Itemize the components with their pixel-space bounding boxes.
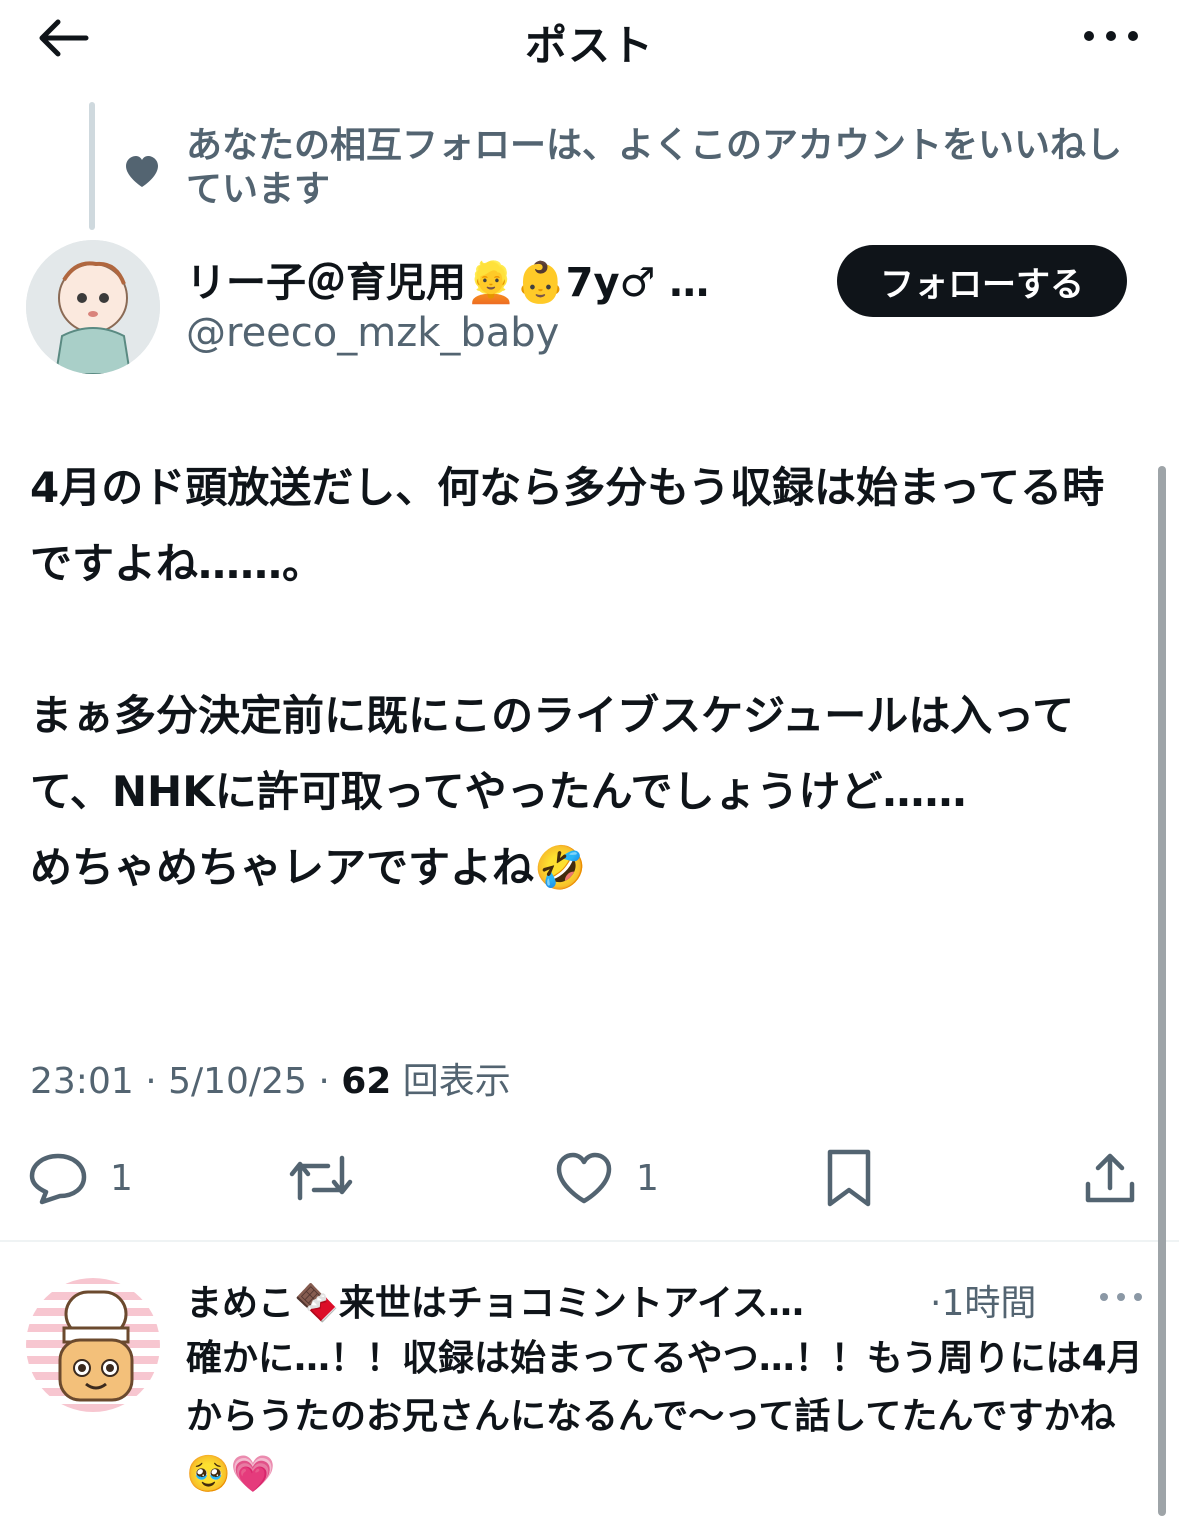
follow-button[interactable]: フォローする — [837, 245, 1127, 317]
action-bar: 1 1 — [0, 1140, 1179, 1216]
views-count: 62 — [341, 1061, 392, 1102]
chef-illustration — [58, 1290, 134, 1402]
thread-line — [89, 102, 95, 230]
top-bar: ポスト — [0, 0, 1179, 80]
more-horizontal-icon — [1084, 31, 1138, 41]
social-context[interactable]: あなたの相互フォローは、よくこのアカウントをいいねしています — [186, 124, 1146, 212]
reply-time[interactable]: ·1時間 — [930, 1274, 1036, 1326]
reply-count: 1 — [110, 1157, 133, 1199]
bookmark-button[interactable] — [824, 1140, 874, 1216]
like-button[interactable]: 1 — [554, 1140, 659, 1216]
more-horizontal-icon — [1100, 1293, 1142, 1301]
scrollbar[interactable] — [1158, 466, 1166, 1516]
like-count: 1 — [636, 1157, 659, 1199]
reply-button[interactable]: 1 — [28, 1140, 133, 1216]
repost-icon — [289, 1155, 353, 1201]
author-handle[interactable]: @reeco_mzk_baby — [186, 310, 559, 356]
reply-avatar[interactable] — [26, 1278, 160, 1412]
heart-outline-icon — [556, 1152, 612, 1204]
meta-separator: · — [318, 1061, 342, 1102]
post-text: 4月のド頭放送だし、何なら多分もう収録は始まってる時ですよね……。 まぁ多分決定… — [30, 463, 1105, 892]
share-icon — [1085, 1153, 1135, 1203]
heart-icon — [126, 156, 158, 187]
reply-text: 確かに…！！収録は始まってるやつ…！！もう周りには4月からうたのお兄さんになるん… — [186, 1338, 1143, 1495]
more-options-button[interactable] — [1079, 16, 1143, 56]
baby-illustration — [26, 240, 160, 374]
divider — [0, 1240, 1179, 1242]
post-meta: 23:01 · 5/10/25 · 62 回表示 — [30, 1052, 511, 1104]
meta-separator: · — [145, 1061, 169, 1102]
bookmark-icon — [827, 1149, 871, 1207]
reply-author-name[interactable]: まめこ🍫来世はチョコミントアイス… — [186, 1274, 804, 1326]
share-button[interactable] — [1082, 1140, 1138, 1216]
author-avatar[interactable] — [26, 240, 160, 374]
views-label: 回表示 — [402, 1061, 511, 1102]
author-name[interactable]: リー子＠育児用👱👶7y♂ … — [186, 250, 709, 308]
repost-button[interactable] — [288, 1140, 354, 1216]
page-title: ポスト — [524, 21, 654, 70]
reply-more-button[interactable] — [1097, 1282, 1145, 1312]
reply-icon — [29, 1153, 87, 1205]
post-date[interactable]: 5/10/25 — [168, 1061, 307, 1102]
post-time[interactable]: 23:01 — [30, 1061, 134, 1102]
